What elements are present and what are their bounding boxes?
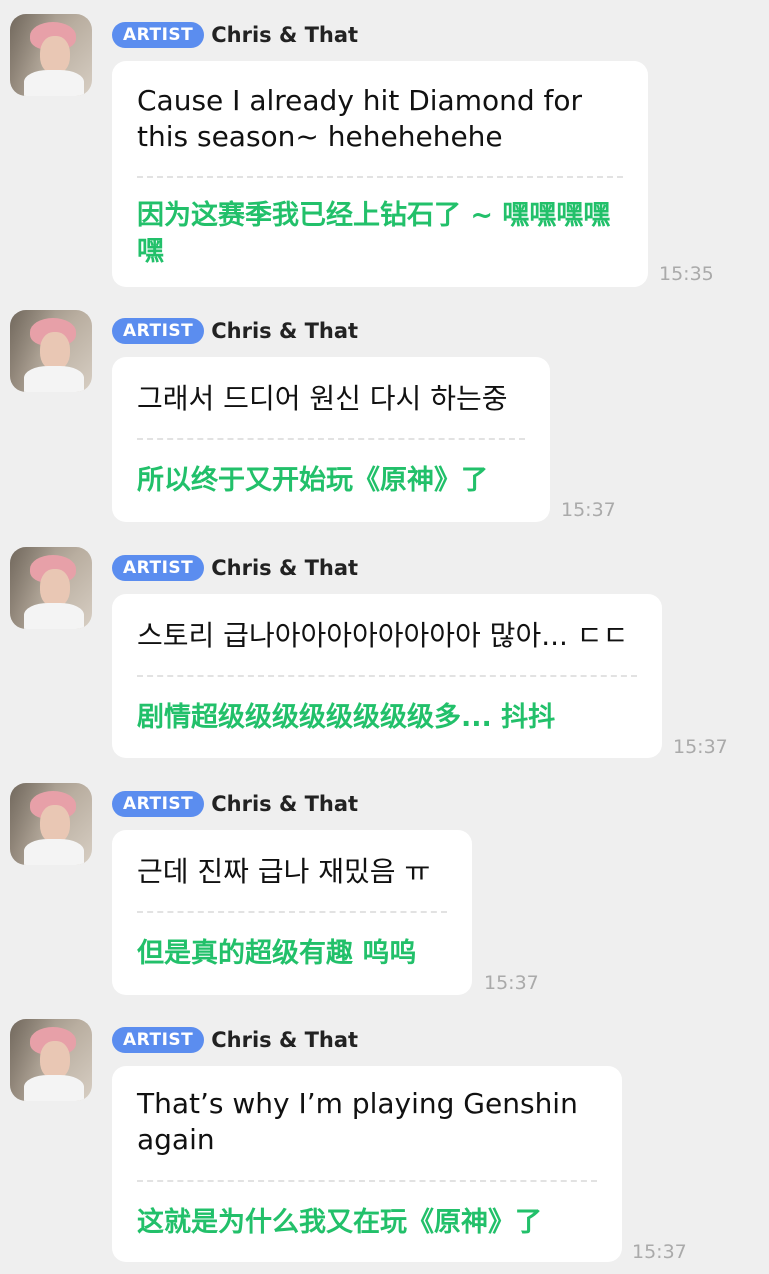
message-item: ARTIST Chris & That That’s why I’m playi… <box>0 1019 769 1269</box>
message-item: ARTIST Chris & That 그래서 드디어 원신 다시 하는중 所以… <box>0 310 769 530</box>
avatar[interactable] <box>10 547 92 629</box>
message-bubble[interactable]: 그래서 드디어 원신 다시 하는중 所以终于又开始玩《原神》了 <box>112 357 550 522</box>
message-bubble[interactable]: 스토리 급나아아아아아아아아 많아... ㄷㄷ 剧情超级级级级级级级级多... … <box>112 594 662 758</box>
timestamp: 15:37 <box>632 1241 687 1263</box>
divider <box>137 675 637 677</box>
timestamp: 15:37 <box>561 499 616 521</box>
message-header: ARTIST Chris & That <box>112 553 358 583</box>
divider <box>137 1180 597 1182</box>
original-text: Cause I already hit Diamond for this sea… <box>137 84 583 153</box>
sender-name[interactable]: Chris & That <box>211 556 358 580</box>
avatar[interactable] <box>10 14 92 96</box>
translation-text: 因为这赛季我已经上钻石了 ~ 嘿嘿嘿嘿嘿 <box>137 200 611 267</box>
sender-name[interactable]: Chris & That <box>211 319 358 343</box>
divider <box>137 911 447 913</box>
artist-badge: ARTIST <box>112 791 205 817</box>
sender-name[interactable]: Chris & That <box>211 792 358 816</box>
message-header: ARTIST Chris & That <box>112 789 358 819</box>
translation-text: 所以终于又开始玩《原神》了 <box>137 465 488 496</box>
message-bubble[interactable]: That’s why I’m playing Genshin again 这就是… <box>112 1066 622 1262</box>
timestamp: 15:35 <box>659 263 714 285</box>
sender-name[interactable]: Chris & That <box>211 23 358 47</box>
artist-badge: ARTIST <box>112 1027 205 1053</box>
divider <box>137 438 525 440</box>
translation-text: 但是真的超级有趣 呜呜 <box>137 938 417 969</box>
artist-badge: ARTIST <box>112 555 205 581</box>
sender-name[interactable]: Chris & That <box>211 1028 358 1052</box>
message-header: ARTIST Chris & That <box>112 316 358 346</box>
message-item: ARTIST Chris & That 스토리 급나아아아아아아아아 많아...… <box>0 547 769 767</box>
chat-feed: ARTIST Chris & That Cause I already hit … <box>0 0 769 1274</box>
divider <box>137 176 623 178</box>
original-text: 그래서 드디어 원신 다시 하는중 <box>137 382 508 415</box>
avatar[interactable] <box>10 1019 92 1101</box>
timestamp: 15:37 <box>673 736 728 758</box>
artist-badge: ARTIST <box>112 22 205 48</box>
avatar[interactable] <box>10 310 92 392</box>
message-bubble[interactable]: Cause I already hit Diamond for this sea… <box>112 61 648 287</box>
message-bubble[interactable]: 근데 진짜 급나 재밌음 ㅠ 但是真的超级有趣 呜呜 <box>112 830 472 995</box>
original-text: 스토리 급나아아아아아아아아 많아... ㄷㄷ <box>137 619 629 652</box>
avatar[interactable] <box>10 783 92 865</box>
original-text: That’s why I’m playing Genshin again <box>137 1087 578 1156</box>
translation-text: 这就是为什么我又在玩《原神》了 <box>137 1207 542 1238</box>
artist-badge: ARTIST <box>112 318 205 344</box>
message-item: ARTIST Chris & That Cause I already hit … <box>0 14 769 304</box>
original-text: 근데 진짜 급나 재밌음 ㅠ <box>137 855 431 888</box>
message-header: ARTIST Chris & That <box>112 1025 358 1055</box>
timestamp: 15:37 <box>484 972 539 994</box>
message-item: ARTIST Chris & That 근데 진짜 급나 재밌음 ㅠ 但是真的超… <box>0 783 769 1003</box>
translation-text: 剧情超级级级级级级级级多... 抖抖 <box>137 702 556 733</box>
message-header: ARTIST Chris & That <box>112 20 358 50</box>
